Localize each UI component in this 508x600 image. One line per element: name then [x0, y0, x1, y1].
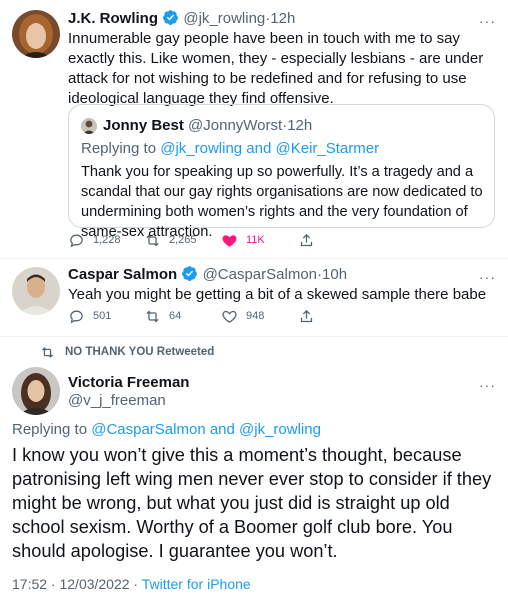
- avatar[interactable]: [12, 10, 60, 58]
- quoted-author-line: Jonny Best @JonnyWorst·12h: [103, 117, 313, 134]
- like-button[interactable]: 11K: [221, 230, 265, 250]
- more-options-icon[interactable]: ···: [479, 14, 496, 28]
- heart-filled-icon: [222, 234, 237, 247]
- reply-icon: [70, 310, 83, 323]
- retweet-banner[interactable]: NO THANK YOU Retweeted: [40, 343, 214, 361]
- retweet-button[interactable]: 64: [144, 306, 181, 326]
- retweet-count: 2,265: [169, 234, 197, 246]
- like-button[interactable]: 948: [221, 306, 264, 326]
- tweet-time[interactable]: 12h: [270, 10, 295, 27]
- tweet-text: I know you won’t give this a moment’s th…: [12, 445, 492, 561]
- tweet-author-line: Caspar Salmon @CasparSalmon·10h: [68, 266, 348, 283]
- author-name: Jonny Best: [103, 117, 184, 134]
- verified-badge-icon: [182, 266, 198, 281]
- tweet-actions: 1,228 2,265 11K: [68, 230, 498, 250]
- tweet-actions: 501 64 948: [68, 306, 498, 326]
- tweet-time[interactable]: 10h: [322, 266, 347, 283]
- tweet-text: Innumerable gay people have been in touc…: [68, 30, 484, 107]
- reply-count: 501: [93, 310, 112, 322]
- author-name[interactable]: Victoria Freeman: [68, 373, 189, 393]
- retweet-icon: [146, 234, 159, 246]
- like-count: 948: [246, 310, 265, 322]
- source-link[interactable]: Twitter for iPhone: [142, 576, 251, 592]
- author-name[interactable]: J.K. Rowling: [68, 10, 158, 27]
- divider: [0, 258, 508, 259]
- retweet-icon: [42, 346, 53, 358]
- avatar[interactable]: [12, 367, 60, 415]
- tweet-author-line: J.K. Rowling @jk_rowling·12h: [68, 10, 296, 27]
- author-name[interactable]: Caspar Salmon: [68, 266, 177, 283]
- share-icon: [300, 309, 313, 322]
- share-icon: [300, 233, 313, 246]
- replying-to-users[interactable]: @CasparSalmon and @jk_rowling: [91, 421, 321, 438]
- replying-to: Replying to @jk_rowling and @Keir_Starme…: [81, 140, 380, 157]
- reply-count: 1,228: [93, 234, 121, 246]
- quoted-tweet[interactable]: Jonny Best @JonnyWorst·12h Replying to @…: [68, 104, 495, 240]
- like-count: 11K: [246, 234, 265, 246]
- retweet-banner-text: NO THANK YOU Retweeted: [65, 346, 215, 358]
- reply-button[interactable]: 1,228: [68, 230, 121, 250]
- timestamp-text[interactable]: 17:52 · 12/03/2022 ·: [12, 576, 142, 592]
- retweet-icon: [146, 310, 159, 322]
- avatar: [81, 118, 97, 134]
- reply-icon: [70, 234, 83, 247]
- tweet-time: 12h: [287, 117, 313, 134]
- share-button[interactable]: [298, 230, 315, 250]
- retweet-count: 64: [169, 310, 182, 322]
- replying-to-users[interactable]: @jk_rowling and @Keir_Starmer: [160, 140, 379, 157]
- reply-button[interactable]: 501: [68, 306, 111, 326]
- author-handle[interactable]: @jk_rowling: [183, 10, 265, 27]
- share-button[interactable]: [298, 306, 315, 326]
- avatar[interactable]: [12, 267, 60, 315]
- heart-icon: [222, 310, 237, 323]
- divider: [0, 336, 508, 337]
- tweet-timestamp: 17:52 · 12/03/2022 · Twitter for iPhone: [12, 574, 251, 594]
- author-handle: @JonnyWorst: [188, 117, 283, 134]
- more-options-icon[interactable]: ···: [479, 378, 496, 392]
- verified-badge-icon: [163, 10, 179, 25]
- more-options-icon[interactable]: ···: [479, 270, 496, 284]
- author-handle[interactable]: @v_j_freeman: [68, 391, 166, 411]
- author-handle[interactable]: @CasparSalmon: [203, 266, 317, 283]
- tweet-text: Yeah you might be getting a bit of a ske…: [68, 286, 487, 303]
- replying-to: Replying to @CasparSalmon and @jk_rowlin…: [12, 421, 321, 438]
- retweet-button[interactable]: 2,265: [144, 230, 197, 250]
